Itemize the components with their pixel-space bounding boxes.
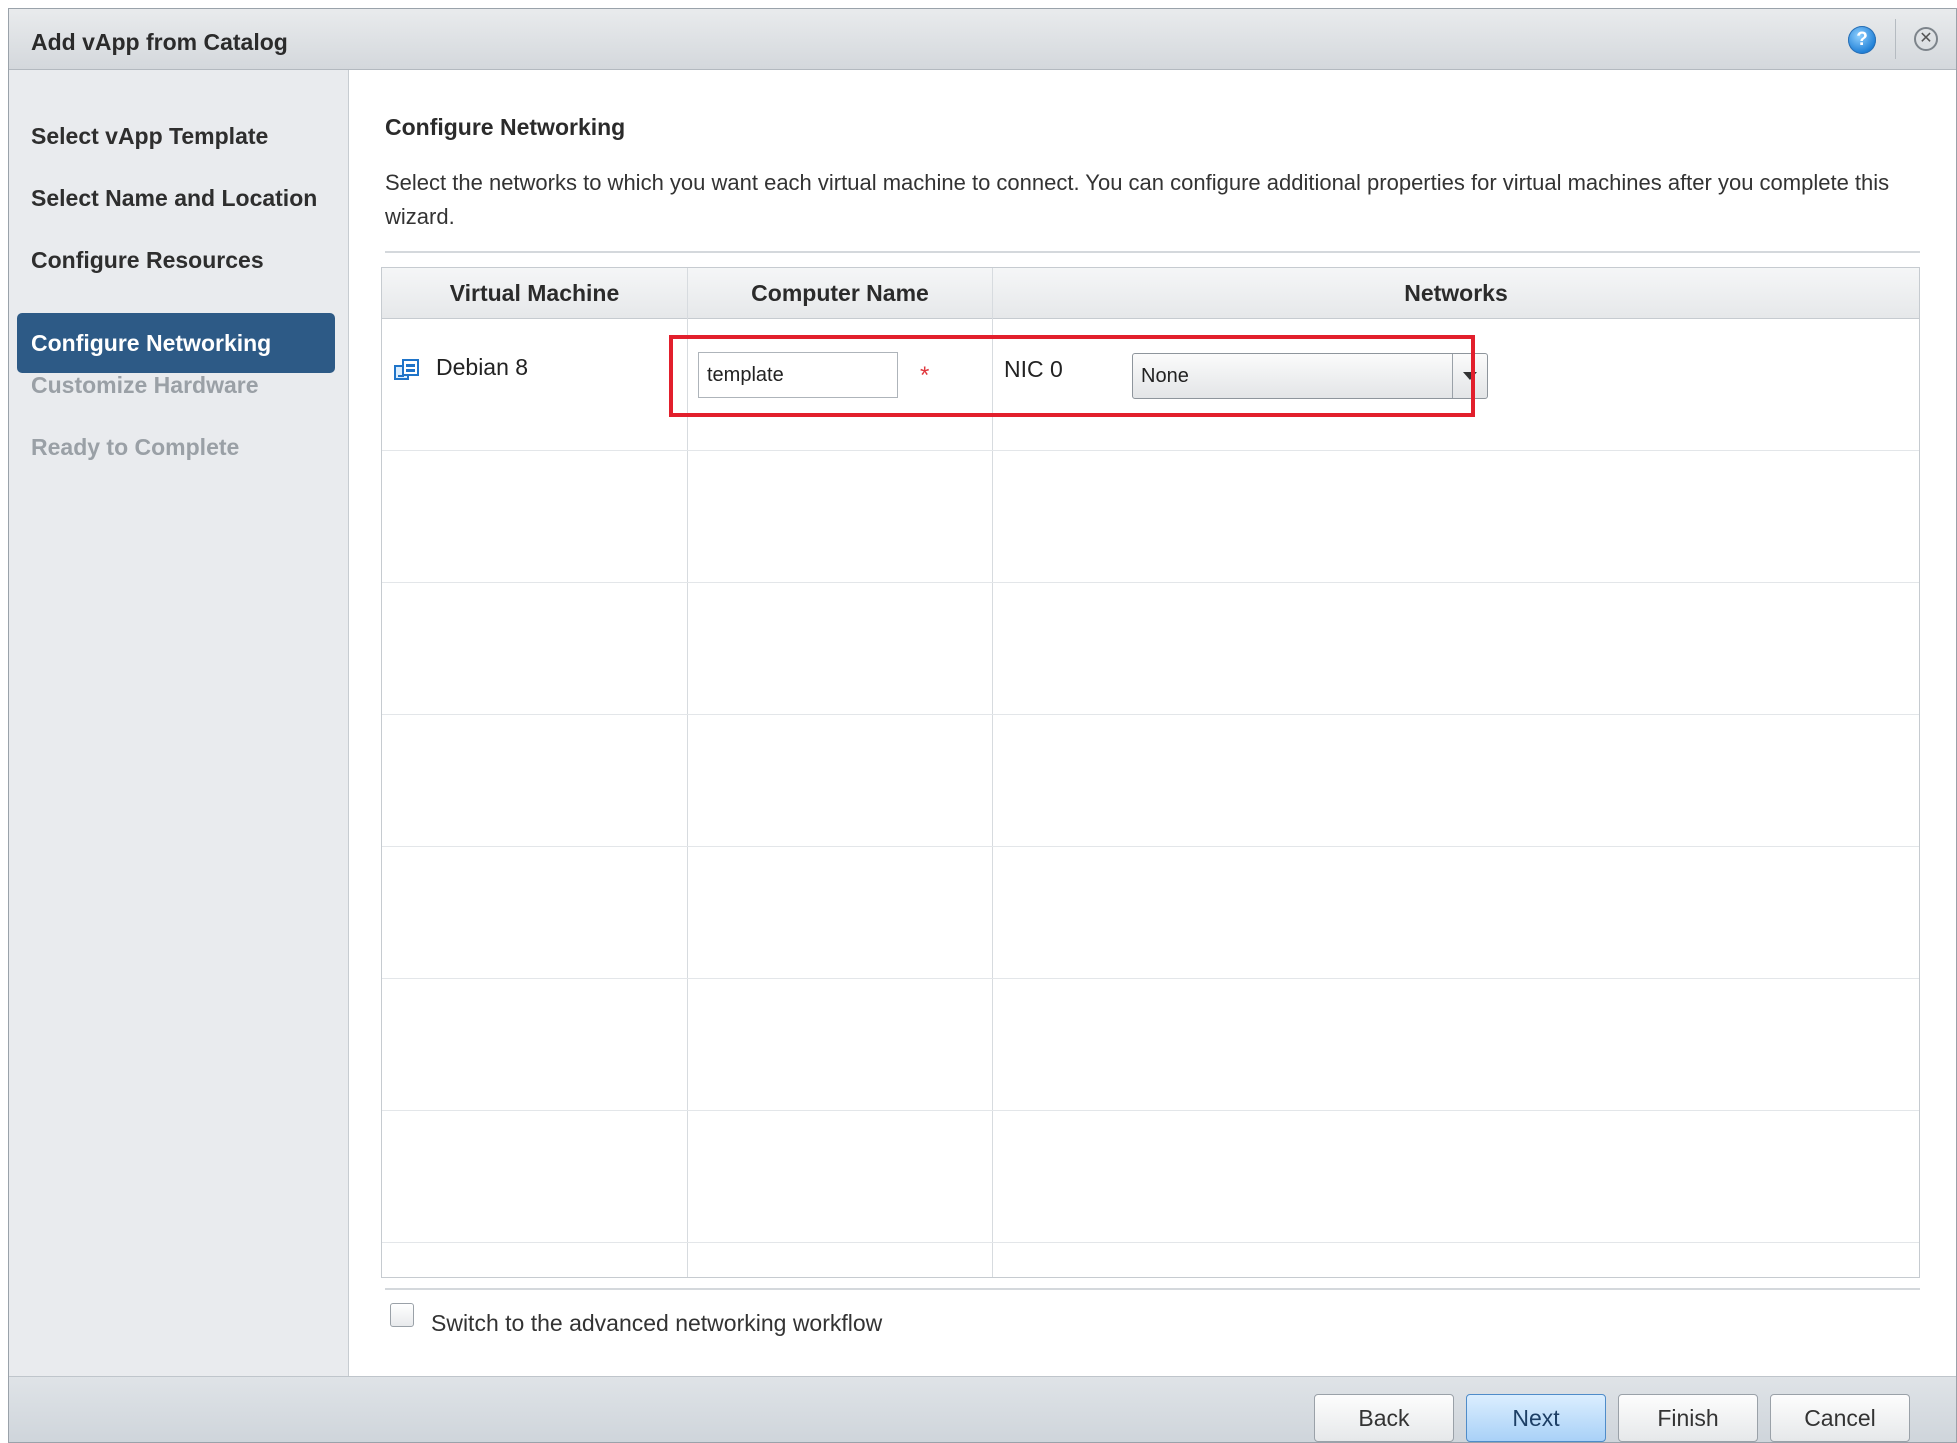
virtual-machine-icon (394, 359, 419, 380)
finish-button[interactable]: Finish (1618, 1394, 1758, 1442)
step-configure-resources[interactable]: Configure Resources (17, 230, 335, 290)
network-select[interactable]: None (1132, 353, 1488, 399)
dialog-footer: Back Next Finish Cancel (9, 1376, 1956, 1442)
next-button[interactable]: Next (1466, 1394, 1606, 1442)
required-marker: * (920, 362, 930, 389)
add-vapp-dialog: Add vApp from Catalog ? ✕ Select vApp Te… (8, 8, 1957, 1443)
wizard-steps-sidebar: Select vApp Template Select Name and Loc… (9, 70, 349, 1376)
row-divider (382, 1110, 1919, 1111)
row-divider (382, 846, 1919, 847)
computer-name-input[interactable] (698, 352, 898, 398)
step-select-name-and-location[interactable]: Select Name and Location (17, 168, 335, 228)
advanced-networking-checkbox[interactable] (390, 1303, 414, 1327)
vm-network-table: Virtual Machine Computer Name Networks D… (381, 267, 1920, 1278)
question-circle-icon[interactable]: ? (1848, 26, 1876, 54)
column-header-computer-name[interactable]: Computer Name (688, 268, 992, 318)
column-header-networks[interactable]: Networks (993, 268, 1919, 318)
row-divider (382, 1242, 1919, 1243)
row-divider (382, 978, 1919, 979)
nic-label: NIC 0 (1004, 356, 1063, 382)
wizard-main-panel: Configure Networking Select the networks… (349, 70, 1956, 1376)
chevron-down-icon[interactable] (1452, 354, 1487, 398)
dialog-title: Add vApp from Catalog (31, 29, 288, 55)
column-header-virtual-machine[interactable]: Virtual Machine (382, 268, 687, 318)
title-separator (1895, 19, 1896, 59)
divider (385, 1288, 1920, 1290)
step-ready-to-complete: Ready to Complete (31, 434, 240, 460)
close-circle-icon[interactable]: ✕ (1914, 27, 1938, 51)
table-header: Virtual Machine Computer Name Networks (382, 268, 1919, 319)
vm-name: Debian 8 (436, 354, 529, 380)
section-title: Configure Networking (385, 114, 626, 140)
advanced-networking-label[interactable]: Switch to the advanced networking workfl… (431, 1310, 882, 1337)
row-divider (382, 582, 1919, 583)
column-divider (992, 268, 993, 1277)
step-select-vapp-template[interactable]: Select vApp Template (17, 106, 335, 166)
divider (385, 251, 1920, 253)
section-description: Select the networks to which you want ea… (385, 170, 1890, 229)
network-select-value: None (1141, 365, 1189, 387)
dialog-title-bar: Add vApp from Catalog ? ✕ (9, 9, 1956, 70)
row-divider (382, 714, 1919, 715)
row-divider (382, 450, 1919, 451)
cancel-button[interactable]: Cancel (1770, 1394, 1910, 1442)
step-customize-hardware: Customize Hardware (31, 372, 259, 398)
back-button[interactable]: Back (1314, 1394, 1454, 1442)
column-divider (687, 268, 688, 1277)
